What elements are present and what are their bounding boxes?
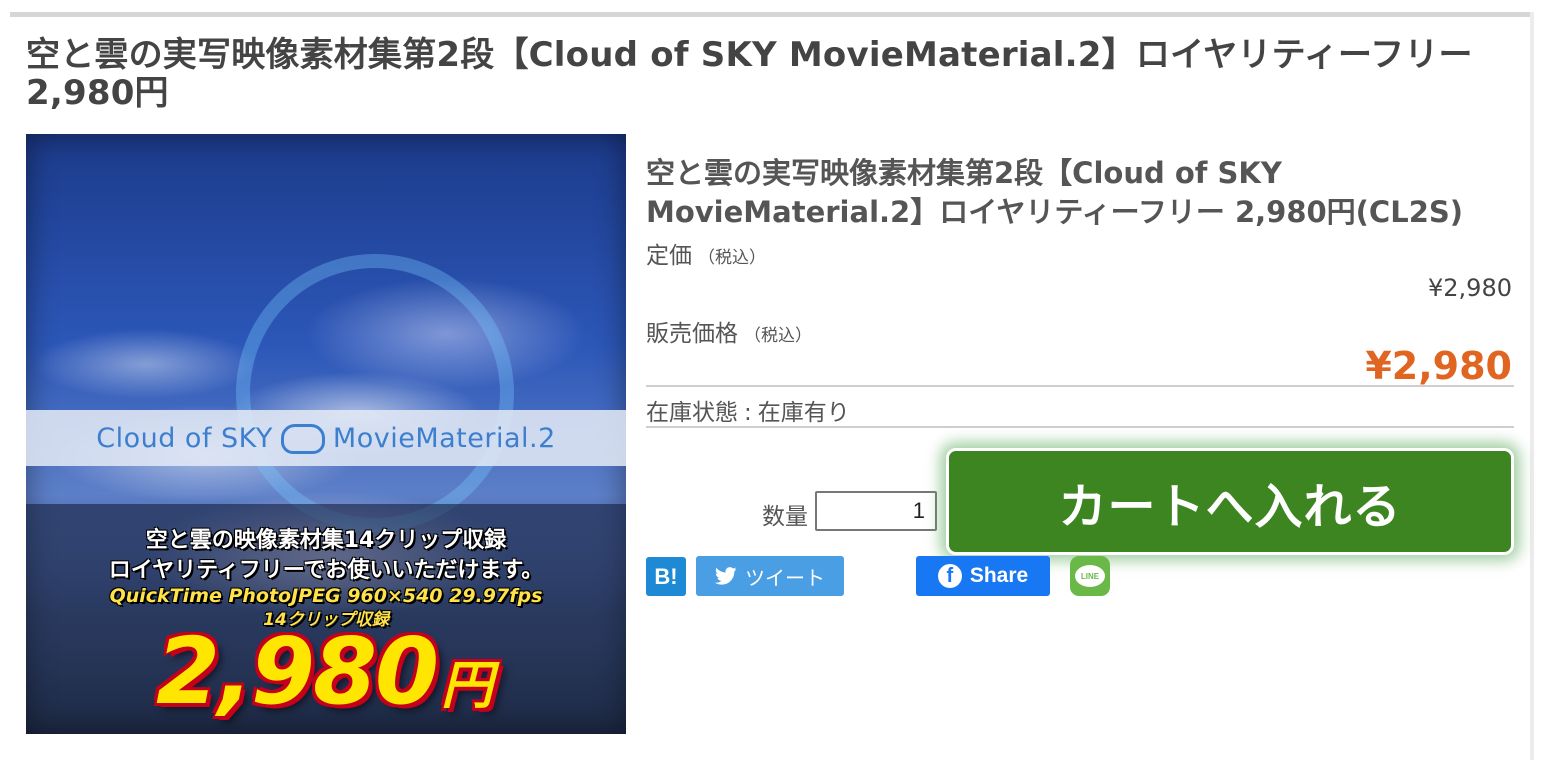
list-price-label-text: 定価 — [646, 243, 692, 269]
image-title-band: Cloud of SKY MovieMaterial.2 — [26, 410, 626, 466]
facebook-share-button[interactable]: f Share — [916, 556, 1050, 596]
twitter-bird-icon — [715, 567, 737, 585]
image-band-text-left: Cloud of SKY — [96, 422, 273, 454]
image-ring-graphic — [236, 254, 514, 532]
page-title: 空と雲の実写映像素材集第2段【Cloud of SKY MovieMateria… — [26, 35, 1473, 113]
image-band-text-right: MovieMaterial.2 — [332, 422, 556, 454]
image-price-number: 2,980 — [156, 618, 439, 725]
stock-label: 在庫状態 — [646, 400, 738, 426]
cloud-icon — [280, 424, 325, 454]
tweet-label: ツイート — [745, 565, 825, 590]
image-price-unit: 円 — [441, 656, 493, 716]
image-caption-line1: 空と雲の映像素材集14クリップ収録 — [145, 528, 507, 553]
stock-status: 在庫状態: 在庫有り — [646, 393, 850, 427]
facebook-icon: f — [937, 564, 962, 588]
facebook-share-label: Share — [969, 564, 1029, 587]
divider — [646, 426, 1514, 428]
sale-price-tax-note: （税込） — [744, 326, 812, 346]
list-price-tax-note: （税込） — [698, 248, 766, 268]
image-spec-line1: QuickTime PhotoJPEG 960×540 29.97fps — [109, 585, 543, 607]
image-caption-line2: ロイヤリティフリーでお使いいただけます。 — [108, 558, 544, 583]
divider — [646, 385, 1514, 387]
hatena-icon: B! — [654, 563, 678, 589]
sale-price-label: 販売価格 （税込） — [646, 314, 812, 348]
quantity-label: 数量 — [762, 504, 808, 530]
right-border — [1530, 12, 1534, 760]
image-price: 2,980円 — [156, 618, 493, 725]
line-share-button[interactable]: LINE — [1070, 556, 1110, 596]
tweet-button[interactable]: ツイート — [696, 556, 844, 596]
add-to-cart-button[interactable]: カートへ入れる — [946, 448, 1514, 555]
top-border — [10, 12, 1534, 17]
stock-separator: : — [744, 400, 752, 426]
hatena-bookmark-button[interactable]: B! — [646, 557, 686, 596]
product-image[interactable]: Cloud of SKY MovieMaterial.2 空と雲の映像素材集14… — [26, 134, 626, 734]
list-price: ¥2,980 — [1428, 274, 1512, 302]
line-icon: LINE — [1075, 565, 1105, 587]
list-price-label: 定価 （税込） — [646, 236, 766, 270]
sale-price: ¥2,980 — [1365, 344, 1512, 388]
product-name: 空と雲の実写映像素材集第2段【Cloud of SKY MovieMateria… — [646, 156, 1464, 229]
sale-price-label-text: 販売価格 — [646, 321, 738, 347]
quantity-input[interactable] — [815, 491, 937, 531]
stock-value: 在庫有り — [757, 400, 850, 426]
